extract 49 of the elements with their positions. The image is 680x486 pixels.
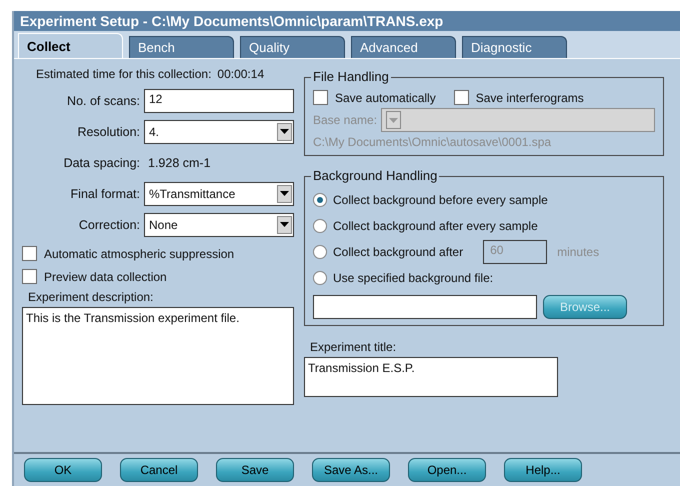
checkbox[interactable] bbox=[22, 246, 37, 261]
tab[interactable]: Advanced bbox=[351, 36, 456, 58]
base-name-label: Base name: bbox=[313, 113, 378, 127]
estimated-time-value: 00:00:14 bbox=[217, 67, 264, 83]
input-field[interactable]: 12 bbox=[144, 88, 294, 112]
window-title: Experiment Setup - C:\My Documents\Omnic\param\TRANS.exp bbox=[14, 11, 680, 31]
experiment-title-field[interactable]: Transmission E.S.P. bbox=[304, 357, 558, 397]
unit-label: minutes bbox=[557, 245, 600, 259]
tab[interactable]: Diagnostic bbox=[462, 36, 567, 58]
dialog-button[interactable]: Cancel bbox=[120, 458, 198, 482]
checkbox-label: Save automatically bbox=[335, 90, 436, 104]
file-path: C:\My Documents\Omnic\autosave\0001.spa bbox=[313, 135, 552, 149]
checkbox-label: Save interferograms bbox=[476, 90, 584, 104]
dialog-button[interactable]: Save As... bbox=[312, 458, 390, 482]
field-value: 1.928 cm-1 bbox=[147, 156, 211, 170]
field-label: Data spacing: bbox=[62, 156, 140, 170]
radio-label: Collect background after every sample bbox=[333, 219, 538, 233]
dropdown[interactable]: %Transmittance bbox=[144, 182, 294, 206]
field-label: No. of scans: bbox=[66, 94, 140, 108]
tab[interactable]: Bench bbox=[129, 36, 234, 58]
radio-label: Collect background before every sample bbox=[333, 193, 548, 207]
field-label: Final format: bbox=[70, 186, 140, 200]
background-file-field[interactable] bbox=[313, 295, 537, 319]
dialog-button[interactable]: Save bbox=[216, 458, 294, 482]
checkbox-label: Automatic atmospheric suppression bbox=[44, 246, 234, 260]
radio-label: Use specified background file: bbox=[333, 271, 494, 285]
field-label: Correction: bbox=[78, 218, 140, 232]
checkbox[interactable] bbox=[313, 90, 328, 105]
radio-button[interactable] bbox=[313, 271, 327, 285]
dropdown[interactable]: None bbox=[144, 212, 294, 236]
description-field[interactable]: This is the Transmission experiment file. bbox=[22, 307, 294, 405]
radio-label: Collect background after bbox=[333, 245, 464, 259]
estimated-time-label: Estimated time for this collection: bbox=[36, 67, 212, 83]
dialog-button[interactable]: Open... bbox=[408, 458, 486, 482]
experiment-title-label: Experiment title: bbox=[309, 340, 398, 355]
checkbox[interactable] bbox=[22, 269, 37, 284]
tab[interactable]: Quality bbox=[240, 36, 345, 58]
dropdown[interactable]: 4. bbox=[144, 120, 294, 144]
group-title: File Handling bbox=[311, 69, 391, 84]
radio-button[interactable] bbox=[313, 193, 327, 207]
radio-button[interactable] bbox=[313, 219, 327, 233]
checkbox-label: Preview data collection bbox=[44, 270, 167, 284]
group-title: Background Handling bbox=[311, 168, 440, 183]
description-label: Experiment description: bbox=[27, 290, 154, 305]
dialog-button[interactable]: Help... bbox=[504, 458, 582, 482]
tab[interactable]: Collect bbox=[18, 33, 123, 58]
checkbox[interactable] bbox=[454, 90, 469, 105]
field-label: Resolution: bbox=[76, 124, 140, 138]
dialog-button[interactable]: OK bbox=[24, 458, 102, 482]
